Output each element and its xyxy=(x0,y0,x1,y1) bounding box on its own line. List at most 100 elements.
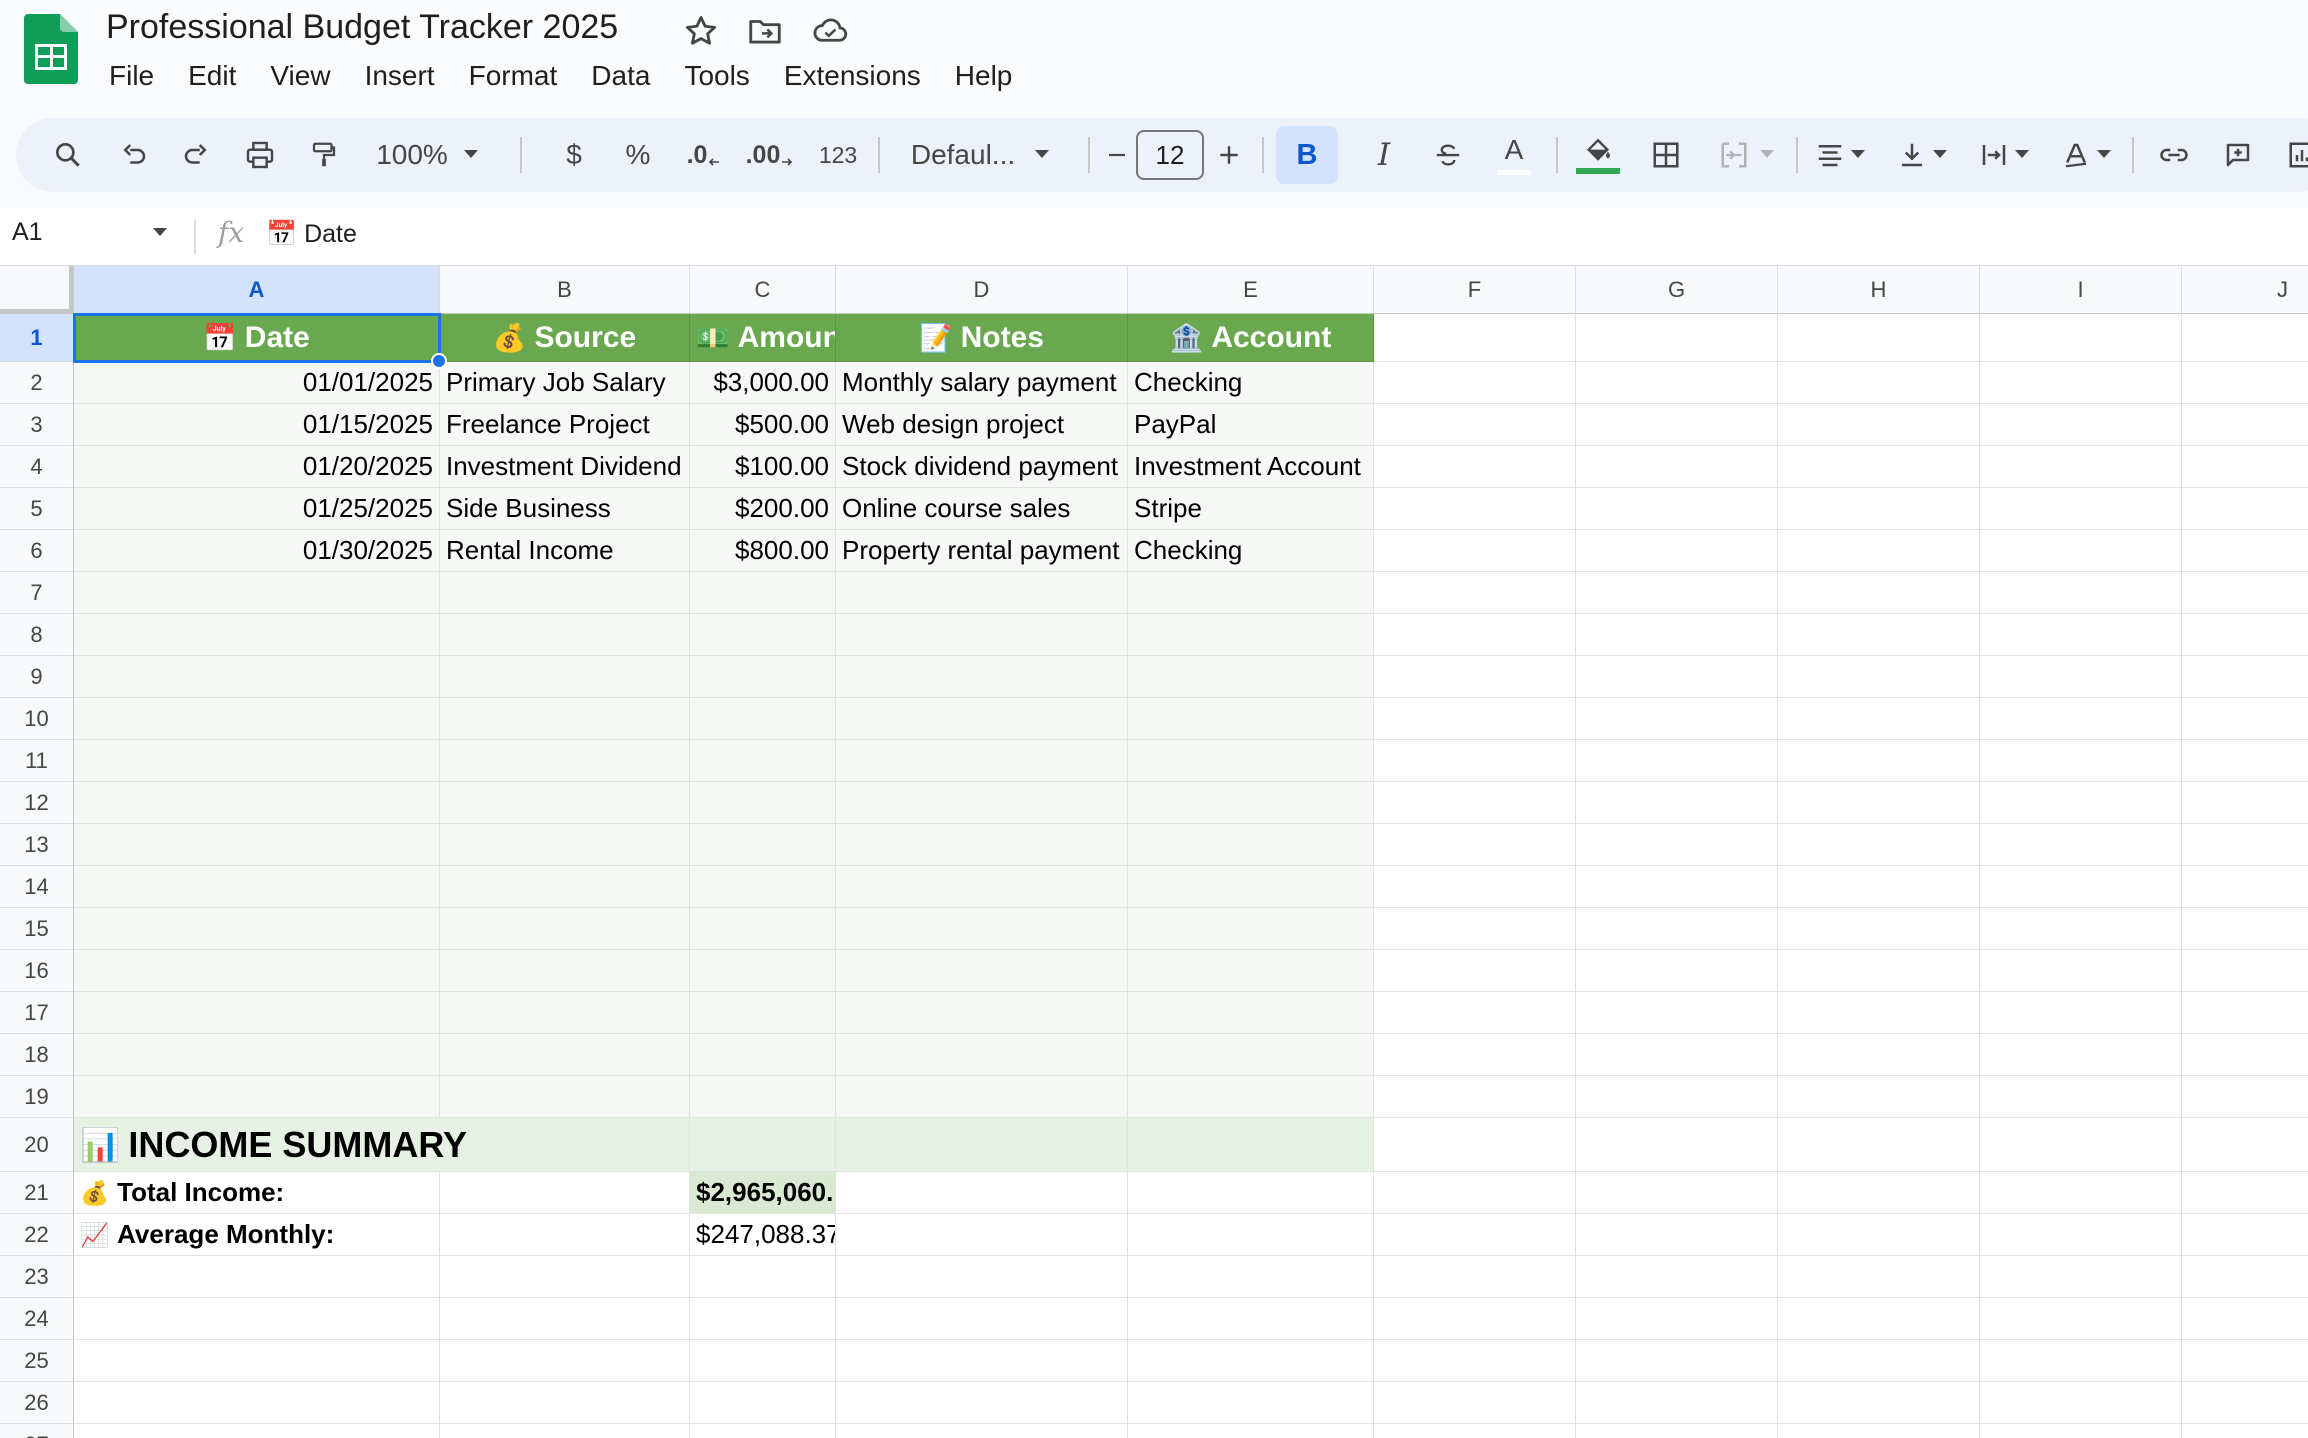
empty-cell[interactable] xyxy=(1980,992,2182,1034)
column-header-i[interactable]: I xyxy=(1980,266,2182,314)
empty-cell[interactable] xyxy=(1374,1034,1576,1076)
empty-cell[interactable] xyxy=(836,1298,1128,1340)
empty-cell[interactable] xyxy=(440,740,690,782)
row-header-13[interactable]: 13 xyxy=(0,824,74,866)
row-header-19[interactable]: 19 xyxy=(0,1076,74,1118)
empty-cell[interactable] xyxy=(1778,1172,1980,1214)
empty-cell[interactable] xyxy=(1128,1298,1374,1340)
empty-cell[interactable] xyxy=(1128,782,1374,824)
empty-cell[interactable] xyxy=(1374,740,1576,782)
empty-cell[interactable] xyxy=(836,1214,1128,1256)
empty-cell[interactable] xyxy=(1374,1340,1576,1382)
empty-cell[interactable] xyxy=(74,866,440,908)
empty-cell[interactable] xyxy=(440,1424,690,1438)
empty-cell[interactable] xyxy=(2182,488,2308,530)
cell-account[interactable]: PayPal xyxy=(1128,404,1374,446)
decrease-decimal-button[interactable]: .0 xyxy=(680,118,728,192)
empty-cell[interactable] xyxy=(1576,530,1778,572)
empty-cell[interactable] xyxy=(74,1298,440,1340)
empty-cell[interactable] xyxy=(690,908,836,950)
empty-cell[interactable] xyxy=(690,1424,836,1438)
summary-band-cell[interactable] xyxy=(836,1118,1128,1172)
cell-source[interactable]: Side Business xyxy=(440,488,690,530)
row-header-25[interactable]: 25 xyxy=(0,1340,74,1382)
empty-cell[interactable] xyxy=(1374,1298,1576,1340)
empty-cell[interactable] xyxy=(74,614,440,656)
row-header-2[interactable]: 2 xyxy=(0,362,74,404)
empty-cell[interactable] xyxy=(1576,824,1778,866)
empty-cell[interactable] xyxy=(836,1382,1128,1424)
empty-cell[interactable] xyxy=(1778,824,1980,866)
empty-cell[interactable] xyxy=(2182,1214,2308,1256)
empty-cell[interactable] xyxy=(836,992,1128,1034)
empty-cell[interactable] xyxy=(836,1340,1128,1382)
empty-cell[interactable] xyxy=(1374,530,1576,572)
cell-notes[interactable]: Stock dividend payment xyxy=(836,446,1128,488)
empty-cell[interactable] xyxy=(440,614,690,656)
empty-cell[interactable] xyxy=(1980,1340,2182,1382)
cell-source[interactable]: Primary Job Salary xyxy=(440,362,690,404)
empty-cell[interactable] xyxy=(690,824,836,866)
cell-date[interactable]: 01/01/2025 xyxy=(74,362,440,404)
empty-cell[interactable] xyxy=(1778,1298,1980,1340)
empty-cell[interactable] xyxy=(1374,950,1576,992)
cell-date[interactable]: 01/30/2025 xyxy=(74,530,440,572)
empty-cell[interactable] xyxy=(1576,314,1778,362)
empty-cell[interactable] xyxy=(1576,572,1778,614)
empty-cell[interactable] xyxy=(1374,824,1576,866)
font-family-select[interactable]: Defaul... xyxy=(892,118,1068,192)
summary-band-cell[interactable] xyxy=(1128,1118,1374,1172)
cell-amount[interactable]: $800.00 xyxy=(690,530,836,572)
cell-source[interactable]: Freelance Project xyxy=(440,404,690,446)
empty-cell[interactable] xyxy=(690,1256,836,1298)
empty-cell[interactable] xyxy=(1374,1076,1576,1118)
empty-cell[interactable] xyxy=(1576,866,1778,908)
empty-cell[interactable] xyxy=(440,572,690,614)
empty-cell[interactable] xyxy=(1374,908,1576,950)
empty-cell[interactable] xyxy=(1980,908,2182,950)
empty-cell[interactable] xyxy=(1778,488,1980,530)
empty-cell[interactable] xyxy=(1980,1076,2182,1118)
empty-cell[interactable] xyxy=(1980,362,2182,404)
empty-cell[interactable] xyxy=(1980,656,2182,698)
empty-cell[interactable] xyxy=(1576,1340,1778,1382)
empty-cell[interactable] xyxy=(1374,1172,1576,1214)
empty-cell[interactable] xyxy=(74,992,440,1034)
row-header-26[interactable]: 26 xyxy=(0,1382,74,1424)
empty-cell[interactable] xyxy=(1128,1256,1374,1298)
empty-cell[interactable] xyxy=(1576,362,1778,404)
empty-cell[interactable] xyxy=(1980,1118,2182,1172)
empty-cell[interactable] xyxy=(74,824,440,866)
menu-insert[interactable]: Insert xyxy=(348,56,452,96)
italic-button[interactable]: I xyxy=(1364,118,1404,192)
empty-cell[interactable] xyxy=(1980,698,2182,740)
star-icon[interactable] xyxy=(682,12,720,50)
empty-cell[interactable] xyxy=(1374,1382,1576,1424)
empty-cell[interactable] xyxy=(2182,1298,2308,1340)
header-amount[interactable]: 💵 Amoun xyxy=(690,314,836,362)
empty-cell[interactable] xyxy=(1374,866,1576,908)
empty-cell[interactable] xyxy=(2182,992,2308,1034)
cell-date[interactable]: 01/20/2025 xyxy=(74,446,440,488)
empty-cell[interactable] xyxy=(74,1034,440,1076)
empty-cell[interactable] xyxy=(1778,740,1980,782)
empty-cell[interactable] xyxy=(1576,1424,1778,1438)
cell-source[interactable]: Rental Income xyxy=(440,530,690,572)
empty-cell[interactable] xyxy=(2182,572,2308,614)
row-header-3[interactable]: 3 xyxy=(0,404,74,446)
empty-cell[interactable] xyxy=(2182,824,2308,866)
row-header-7[interactable]: 7 xyxy=(0,572,74,614)
empty-cell[interactable] xyxy=(1778,404,1980,446)
cell-account[interactable]: Investment Account xyxy=(1128,446,1374,488)
cell-source[interactable]: Investment Dividend xyxy=(440,446,690,488)
empty-cell[interactable] xyxy=(836,1256,1128,1298)
empty-cell[interactable] xyxy=(690,656,836,698)
header-source[interactable]: 💰 Source xyxy=(440,314,690,362)
empty-cell[interactable] xyxy=(74,740,440,782)
undo-icon[interactable] xyxy=(112,118,156,192)
average-monthly-value[interactable]: $247,088.37 xyxy=(690,1214,836,1256)
empty-cell[interactable] xyxy=(836,1034,1128,1076)
menu-help[interactable]: Help xyxy=(938,56,1030,96)
empty-cell[interactable] xyxy=(2182,1118,2308,1172)
empty-cell[interactable] xyxy=(1374,572,1576,614)
